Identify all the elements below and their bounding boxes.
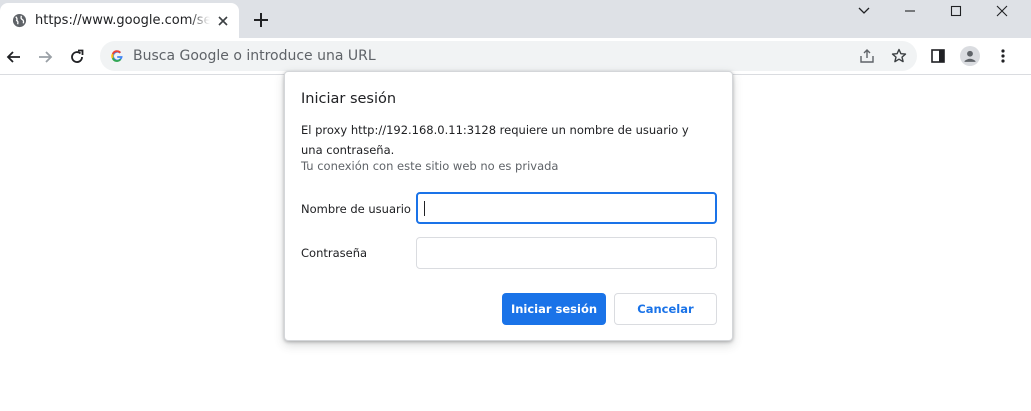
- share-button[interactable]: [857, 46, 877, 66]
- omnibox[interactable]: Busca Google o introduce una URL: [100, 41, 917, 71]
- dialog-message: El proxy http://192.168.0.11:3128 requie…: [301, 123, 689, 157]
- star-icon: [891, 48, 907, 63]
- arrow-right-icon: [39, 51, 53, 63]
- share-icon: [860, 49, 874, 63]
- side-panel-button[interactable]: [928, 46, 948, 66]
- tab-strip: https://www.google.com/search?q: [0, 0, 1031, 38]
- minimize-button[interactable]: [887, 0, 933, 22]
- dialog-title: Iniciar sesión: [301, 91, 397, 107]
- scrollbar[interactable]: [1023, 75, 1031, 411]
- maximize-icon: [950, 5, 962, 17]
- google-icon: [111, 50, 123, 62]
- side-panel-icon: [931, 49, 945, 63]
- browser-toolbar: Busca Google o introduce una URL: [0, 38, 1031, 75]
- username-label: Nombre de usuario: [301, 202, 411, 216]
- chevron-down-icon: [858, 7, 870, 14]
- tab-search-button[interactable]: [841, 0, 887, 22]
- reload-button[interactable]: [67, 47, 87, 67]
- password-field[interactable]: [416, 237, 717, 269]
- minimize-icon: [905, 10, 915, 12]
- profile-icon: [960, 46, 980, 66]
- password-label: Contraseña: [301, 246, 368, 260]
- window-close-button[interactable]: [979, 0, 1025, 22]
- more-icon: [1001, 49, 1005, 63]
- arrow-left-icon: [6, 51, 20, 63]
- cancel-button[interactable]: Cancelar: [614, 293, 717, 325]
- forward-button[interactable]: [35, 47, 55, 67]
- plus-icon[interactable]: [251, 10, 271, 30]
- username-field[interactable]: [416, 192, 717, 224]
- close-icon[interactable]: [216, 14, 230, 28]
- maximize-button[interactable]: [933, 0, 979, 22]
- browser-tab[interactable]: https://www.google.com/search?q: [0, 3, 239, 38]
- text-caret: [424, 201, 425, 216]
- sign-in-button[interactable]: Iniciar sesión: [502, 293, 606, 325]
- omnibox-placeholder: Busca Google o introduce una URL: [133, 48, 376, 64]
- profile-button[interactable]: [960, 46, 980, 66]
- reload-icon: [71, 49, 84, 63]
- privacy-note: Tu conexión con este sitio web no es pri…: [301, 159, 559, 173]
- bookmark-button[interactable]: [889, 46, 909, 66]
- proxy-auth-dialog: Iniciar sesión El proxy http://192.168.0…: [284, 71, 733, 341]
- tab-title: https://www.google.com/search?q: [35, 13, 210, 28]
- back-button[interactable]: [4, 47, 24, 67]
- more-button[interactable]: [993, 46, 1013, 66]
- globe-icon: [12, 13, 27, 28]
- close-icon: [996, 5, 1008, 17]
